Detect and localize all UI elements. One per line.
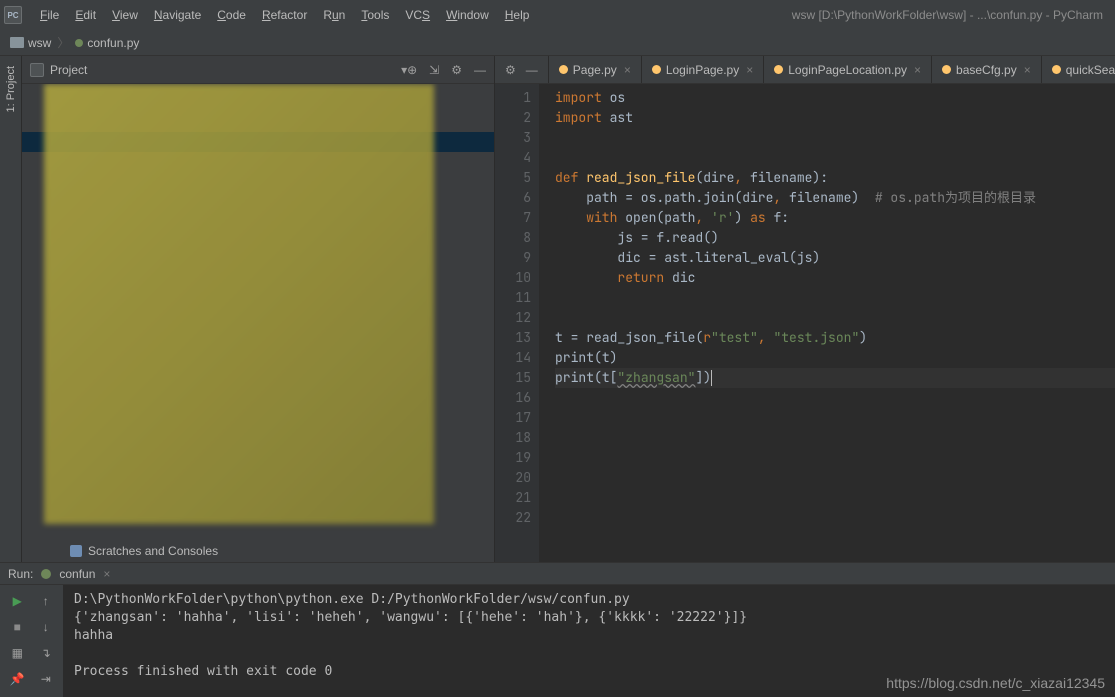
- python-file-icon: [559, 65, 568, 74]
- menu-edit[interactable]: Edit: [67, 4, 104, 26]
- tree-selection: [22, 132, 494, 152]
- breadcrumb-bar: wsw 〉 confun.py: [0, 30, 1115, 56]
- hide-panel-icon[interactable]: —: [474, 63, 486, 77]
- panel-settings-icon[interactable]: ⚙: [451, 63, 462, 77]
- close-icon[interactable]: ×: [624, 63, 631, 77]
- menu-file[interactable]: File: [32, 4, 67, 26]
- menu-run[interactable]: Run: [315, 4, 353, 26]
- breadcrumb-root-label: wsw: [28, 36, 51, 50]
- breadcrumb-separator-icon: 〉: [55, 34, 71, 51]
- python-file-icon: [652, 65, 661, 74]
- step-up-icon[interactable]: ↑: [33, 589, 60, 613]
- project-view-icon: [30, 63, 44, 77]
- close-icon[interactable]: ×: [746, 63, 753, 77]
- step-down-icon[interactable]: ↓: [33, 615, 60, 639]
- menu-window[interactable]: Window: [438, 4, 497, 26]
- breadcrumb-file[interactable]: confun.py: [71, 36, 143, 50]
- breadcrumb-file-label: confun.py: [87, 36, 139, 50]
- tree-scratches-node[interactable]: Scratches and Consoles: [22, 540, 494, 562]
- watermark: https://blog.csdn.net/c_xiazai12345: [886, 675, 1105, 691]
- project-tree[interactable]: Scratches and Consoles: [22, 84, 494, 562]
- sidebar-tab-project[interactable]: 1: Project: [3, 60, 19, 118]
- menu-bar: PC File Edit View Navigate Code Refactor…: [0, 0, 1115, 30]
- close-icon[interactable]: ×: [1024, 63, 1031, 77]
- menu-vcs[interactable]: VCS: [397, 4, 438, 26]
- locate-icon[interactable]: ⊕: [407, 63, 417, 77]
- python-file-icon: [942, 65, 951, 74]
- menu-navigate[interactable]: Navigate: [146, 4, 209, 26]
- project-panel: Project ▾ ⊕ ⇲ ⚙ — Scratches and Consoles: [22, 56, 495, 562]
- tab-loginpage[interactable]: LoginPage.py ×: [642, 56, 764, 83]
- tab-loginpagelocation[interactable]: LoginPageLocation.py ×: [764, 56, 932, 83]
- folder-icon: [10, 37, 24, 48]
- close-icon[interactable]: ×: [103, 567, 110, 581]
- tab-basecfg[interactable]: baseCfg.py ×: [932, 56, 1042, 83]
- run-label: Run:: [8, 567, 33, 581]
- python-file-icon: [1052, 65, 1061, 74]
- scratches-label: Scratches and Consoles: [88, 544, 218, 558]
- python-file-icon: [774, 65, 783, 74]
- soft-wrap-icon[interactable]: ↴: [33, 641, 60, 665]
- ide-logo-icon: PC: [4, 6, 22, 24]
- scroll-to-end-icon[interactable]: ⇥: [33, 667, 60, 691]
- window-title: wsw [D:\PythonWorkFolder\wsw] - ...\conf…: [537, 8, 1111, 22]
- editor-settings-icon[interactable]: ⚙: [505, 63, 516, 77]
- rerun-icon[interactable]: ▶: [4, 589, 31, 613]
- menu-code[interactable]: Code: [209, 4, 254, 26]
- layout-icon[interactable]: ▦: [4, 641, 31, 665]
- close-icon[interactable]: ×: [914, 63, 921, 77]
- run-toolbar: ▶ ↑ ■ ↓ ▦ ↴ 📌 ⇥: [0, 585, 64, 697]
- scratches-icon: [70, 545, 82, 557]
- editor-minimize-icon[interactable]: —: [526, 63, 538, 77]
- stop-icon[interactable]: ■: [4, 615, 31, 639]
- breadcrumb-root[interactable]: wsw: [6, 36, 55, 50]
- editor-area: ⚙ — Page.py × LoginPage.py × LoginPageLo…: [495, 56, 1115, 562]
- python-file-icon: [75, 39, 83, 47]
- python-file-icon: [41, 569, 51, 579]
- project-panel-title: Project: [50, 63, 397, 77]
- tab-page[interactable]: Page.py ×: [549, 56, 642, 83]
- menu-refactor[interactable]: Refactor: [254, 4, 315, 26]
- run-config-name: confun: [59, 567, 95, 581]
- menu-help[interactable]: Help: [497, 4, 538, 26]
- line-number-gutter: 12345678910111213141516171819202122: [495, 84, 539, 562]
- code-content[interactable]: import os import ast def read_json_file(…: [539, 84, 1115, 562]
- left-tool-strip: 1: Project: [0, 56, 22, 562]
- menu-tools[interactable]: Tools: [353, 4, 397, 26]
- collapse-all-icon[interactable]: ⇲: [429, 63, 439, 77]
- tab-quicksearch[interactable]: quickSearch.py ×: [1042, 56, 1115, 83]
- menu-view[interactable]: View: [104, 4, 146, 26]
- project-panel-header: Project ▾ ⊕ ⇲ ⚙ —: [22, 56, 494, 84]
- editor-tab-bar: ⚙ — Page.py × LoginPage.py × LoginPageLo…: [495, 56, 1115, 84]
- code-editor[interactable]: 12345678910111213141516171819202122 impo…: [495, 84, 1115, 562]
- pin-icon[interactable]: 📌: [4, 667, 31, 691]
